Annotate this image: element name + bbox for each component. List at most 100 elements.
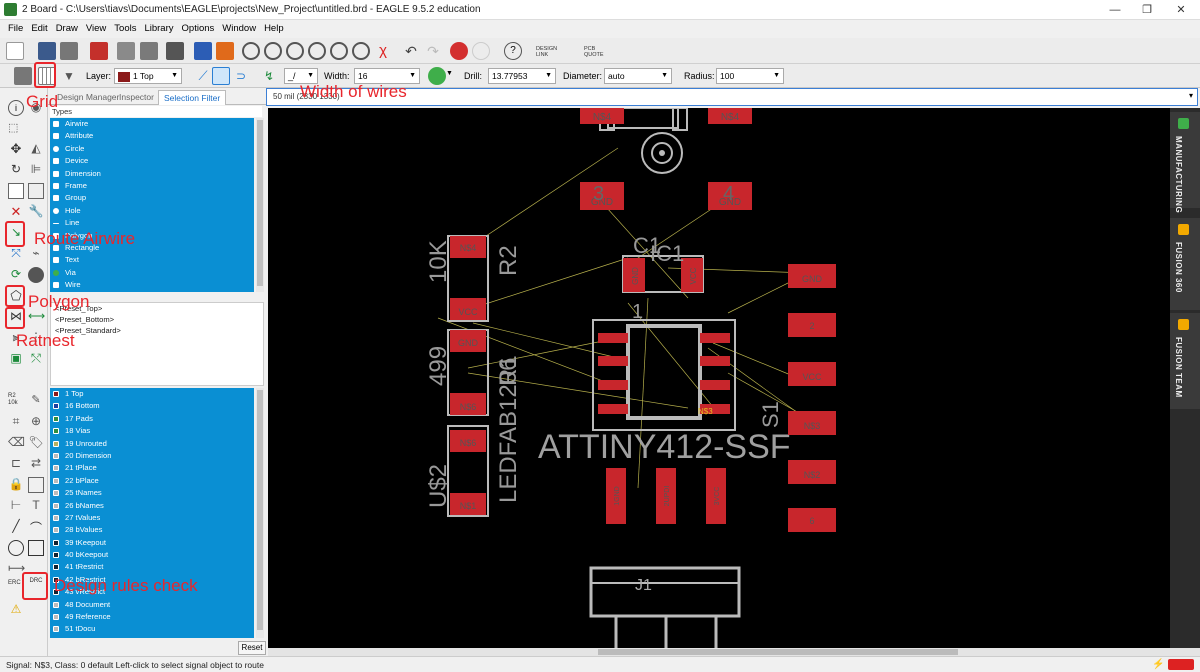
rectangle-icon[interactable]	[28, 540, 44, 556]
group-icon[interactable]	[28, 477, 44, 493]
types-scrollbar[interactable]	[256, 118, 264, 292]
info-icon[interactable]: i	[8, 100, 24, 116]
select-icon[interactable]: ⬚	[8, 121, 24, 137]
drill-select[interactable]: 13.77953 ▼	[488, 68, 556, 84]
align-icon[interactable]: ⊫	[28, 162, 44, 178]
design-link-button[interactable]: DESIGN LINK	[536, 46, 557, 58]
layer-row[interactable]: 25 tNames	[50, 487, 254, 499]
zoom-out-icon[interactable]	[286, 42, 304, 60]
zoom-fit-icon[interactable]	[242, 42, 260, 60]
tab-fusion-team[interactable]: FUSION TEAM	[1170, 313, 1200, 409]
list-item[interactable]: Wire	[50, 279, 254, 291]
dimension-icon[interactable]: ⊢	[8, 498, 24, 514]
switch-s1[interactable]: N$4 N$4 GND GND 3 4	[580, 108, 752, 210]
list-item[interactable]: Circle	[50, 143, 254, 155]
circle-icon[interactable]	[8, 540, 24, 556]
menu-library[interactable]: Library	[140, 20, 177, 38]
list-item[interactable]: Line	[50, 217, 254, 229]
diameter-select[interactable]: auto ▼	[604, 68, 672, 84]
delete-icon[interactable]: ✕	[8, 204, 24, 220]
layer-row[interactable]: 18 Vias	[50, 425, 254, 437]
list-item[interactable]: Attribute	[50, 130, 254, 142]
print-icon[interactable]	[60, 42, 78, 60]
optimize-icon[interactable]: ⟳	[8, 267, 24, 283]
layer-row[interactable]: 48 Document	[50, 599, 254, 611]
text-icon[interactable]: T	[28, 498, 44, 514]
menu-tools[interactable]: Tools	[110, 20, 140, 38]
schematic-icon[interactable]	[140, 42, 158, 60]
ripup-icon[interactable]: ⤧	[8, 246, 24, 262]
list-item[interactable]: Frame	[50, 180, 254, 192]
stop-indicator-icon[interactable]	[1168, 659, 1194, 670]
mirror-icon[interactable]: ◭	[28, 141, 44, 157]
redraw-icon[interactable]	[330, 42, 348, 60]
layer-row[interactable]: 41 tRestrict	[50, 561, 254, 573]
layer-row[interactable]: 27 tValues	[50, 512, 254, 524]
pcb-drawing[interactable]: N$4 N$4 GND GND 3 4 N$4 VCC 10K R2 GND N…	[268, 108, 1170, 648]
rotate-icon[interactable]: ↻	[8, 162, 24, 178]
tab-fusion-360[interactable]: FUSION 360	[1170, 218, 1200, 310]
tab-inspector[interactable]: Inspector	[114, 90, 159, 105]
redo-icon[interactable]: ↷	[424, 42, 442, 60]
layer-row[interactable]: 39 tKeepout	[50, 537, 254, 549]
autoroute-icon[interactable]: ↯	[260, 67, 278, 85]
ulp-icon[interactable]	[216, 42, 234, 60]
help-icon[interactable]: ?	[504, 42, 522, 60]
lock-icon[interactable]: 🔒	[8, 477, 24, 493]
zoom-in-icon[interactable]	[264, 42, 282, 60]
cancel-command-icon[interactable]: χ	[374, 42, 392, 60]
layer-row[interactable]: 21 tPlace	[50, 462, 254, 474]
r2-label-icon[interactable]: R2 10k	[8, 393, 24, 409]
minimize-button[interactable]: —	[1098, 0, 1132, 20]
line-icon[interactable]: ╱	[8, 519, 24, 535]
layer-row[interactable]: 28 bValues	[50, 524, 254, 536]
pinswap-icon[interactable]: ⇄	[28, 456, 44, 472]
filter-icon[interactable]: ▼	[60, 67, 78, 85]
warning-icon[interactable]: ⚠	[8, 602, 24, 618]
smash-icon[interactable]: ⌗	[8, 414, 24, 430]
layer-row[interactable]: 16 Bottom	[50, 400, 254, 412]
new-file-icon[interactable]	[6, 42, 24, 60]
list-item[interactable]: Text	[50, 254, 254, 266]
paint-roller-icon[interactable]: ⊏	[8, 456, 24, 472]
list-item[interactable]: Dimension	[50, 168, 254, 180]
miter-icon[interactable]: ⊃	[232, 67, 250, 85]
layer-row[interactable]: 26 bNames	[50, 500, 254, 512]
menu-draw[interactable]: Draw	[52, 20, 82, 38]
menu-options[interactable]: Options	[178, 20, 219, 38]
replace-icon[interactable]: ⤲	[28, 351, 44, 367]
menu-view[interactable]: View	[82, 20, 110, 38]
resistor-r2[interactable]: N$4 VCC 10K R2	[425, 235, 522, 322]
layers-scrollbar[interactable]	[256, 388, 264, 638]
list-item[interactable]: <Preset_Bottom>	[51, 314, 263, 325]
add-part-icon[interactable]: ▣	[8, 351, 24, 367]
layer-select[interactable]: 1 Top ▼	[114, 68, 182, 84]
capacitor-c1[interactable]: GND VCC C1 IC1	[622, 233, 704, 293]
vertical-pads[interactable]: 1GND 2UPDI 3VCC	[606, 468, 726, 524]
layer-row[interactable]: 17 Pads	[50, 413, 254, 425]
board-canvas[interactable]: N$4 N$4 GND GND 3 4 N$4 VCC 10K R2 GND N…	[268, 108, 1170, 648]
move-icon[interactable]: ✥	[8, 141, 24, 157]
layer-row[interactable]: 19 Unrouted	[50, 438, 254, 450]
attribute-icon[interactable]: 🏷	[28, 435, 44, 451]
go-icon[interactable]	[472, 42, 490, 60]
value-icon[interactable]: ⊕	[28, 414, 44, 430]
layer-row[interactable]: 20 Dimension	[50, 450, 254, 462]
stop-icon[interactable]	[450, 42, 468, 60]
connector-j1[interactable]: J1	[589, 566, 741, 648]
copy-icon[interactable]	[8, 183, 24, 199]
paste-icon[interactable]	[28, 183, 44, 199]
list-item[interactable]: Via	[50, 267, 254, 279]
zoom-last-icon[interactable]	[352, 42, 370, 60]
menu-file[interactable]: File	[4, 20, 27, 38]
list-item[interactable]: <Preset_Standard>	[51, 325, 263, 336]
horizontal-scrollbar[interactable]	[268, 648, 1200, 656]
header-pins[interactable]: GND 2 VCC N$3 N$2 6	[788, 264, 836, 532]
list-item[interactable]: Hole	[50, 205, 254, 217]
chevron-down-icon[interactable]: ▾	[1189, 91, 1193, 100]
maximize-button[interactable]: ❐	[1130, 0, 1164, 20]
layer-row[interactable]: 40 bKeepout	[50, 549, 254, 561]
curve-style-icon[interactable]	[212, 67, 230, 85]
scroll-thumb[interactable]	[598, 649, 958, 655]
pcb-quote-button[interactable]: PCB QUOTE	[584, 46, 604, 58]
